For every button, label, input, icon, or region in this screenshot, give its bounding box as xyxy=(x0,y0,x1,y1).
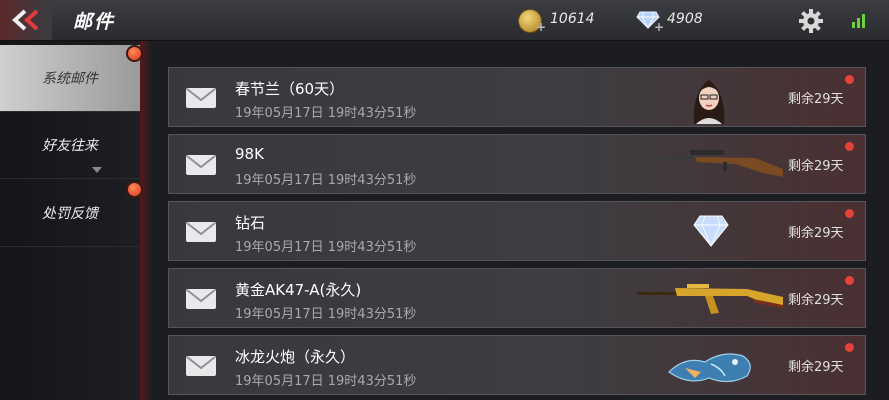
coin-balance: 10614 xyxy=(550,11,595,27)
dragon-cannon-icon xyxy=(668,353,751,383)
mail-item[interactable]: 钻石 19年05月17日 19时43分51秒 剩余29天 xyxy=(168,201,866,261)
mail-date: 19年05月17日 19时43分51秒 xyxy=(235,240,417,255)
envelope-icon xyxy=(186,88,216,108)
notification-badge xyxy=(126,181,143,198)
golden-rifle-icon xyxy=(637,284,783,314)
diamond-icon xyxy=(693,215,729,248)
mail-title: 春节兰（60天） xyxy=(235,80,345,98)
mail-item[interactable]: 黄金AK47-A(永久) 19年05月17日 19时43分51秒 剩余29天 xyxy=(168,268,866,328)
mail-date: 19年05月17日 19时43分51秒 xyxy=(235,374,417,389)
tab-label: 系统邮件 xyxy=(42,71,98,87)
unread-indicator xyxy=(845,209,854,218)
mail-title: 黄金AK47-A(永久) xyxy=(235,281,362,299)
unread-indicator xyxy=(845,142,854,151)
mail-title: 98K xyxy=(235,145,264,163)
settings-gear-icon[interactable] xyxy=(798,8,824,34)
top-bar: 邮件 + 10614 + 4908 xyxy=(0,0,889,41)
add-gem-icon[interactable]: + xyxy=(654,20,664,34)
mail-item[interactable]: 春节兰（60天） 19年05月17日 19时43分51秒 剩余29天 xyxy=(168,67,866,127)
remaining-days: 剩余29天 xyxy=(788,226,844,241)
chevron-down-icon xyxy=(92,167,102,173)
mail-date: 19年05月17日 19时43分51秒 xyxy=(235,307,417,322)
remaining-days: 剩余29天 xyxy=(788,293,844,308)
envelope-icon xyxy=(186,155,216,175)
back-arrow-icon xyxy=(12,9,39,31)
mail-title: 冰龙火炮（永久） xyxy=(235,348,356,366)
back-button[interactable] xyxy=(0,0,52,40)
envelope-icon xyxy=(186,356,216,376)
sniper-rifle-icon xyxy=(637,150,783,177)
unread-indicator xyxy=(845,343,854,352)
remaining-days: 剩余29天 xyxy=(788,92,844,107)
character-portrait-icon xyxy=(693,80,725,124)
unread-indicator xyxy=(845,276,854,285)
unread-indicator xyxy=(845,75,854,84)
mail-item[interactable]: 冰龙火炮（永久） 19年05月17日 19时43分51秒 剩余29天 xyxy=(168,335,866,395)
tab-system-mail[interactable]: 系统邮件 xyxy=(0,45,140,112)
mail-title: 钻石 xyxy=(235,214,266,232)
envelope-icon xyxy=(186,222,216,242)
mail-item[interactable]: 98K 19年05月17日 19时43分51秒 剩余29天 xyxy=(168,134,866,194)
tab-label: 处罚反馈 xyxy=(42,206,98,222)
envelope-icon xyxy=(186,289,216,309)
remaining-days: 剩余29天 xyxy=(788,159,844,174)
remaining-days: 剩余29天 xyxy=(788,360,844,375)
gem-balance: 4908 xyxy=(667,11,703,27)
sidebar-divider xyxy=(140,41,152,400)
notification-badge xyxy=(126,45,143,62)
page-title: 邮件 xyxy=(73,11,116,33)
signal-strength-icon xyxy=(852,12,865,28)
tab-friend-mail[interactable]: 好友往来 xyxy=(0,112,140,179)
tab-penalty-feedback[interactable]: 处罚反馈 xyxy=(0,180,140,247)
mail-date: 19年05月17日 19时43分51秒 xyxy=(235,106,417,121)
mail-date: 19年05月17日 19时43分51秒 xyxy=(235,173,417,188)
tab-label: 好友往来 xyxy=(42,138,98,154)
add-coin-icon[interactable]: + xyxy=(536,20,546,34)
